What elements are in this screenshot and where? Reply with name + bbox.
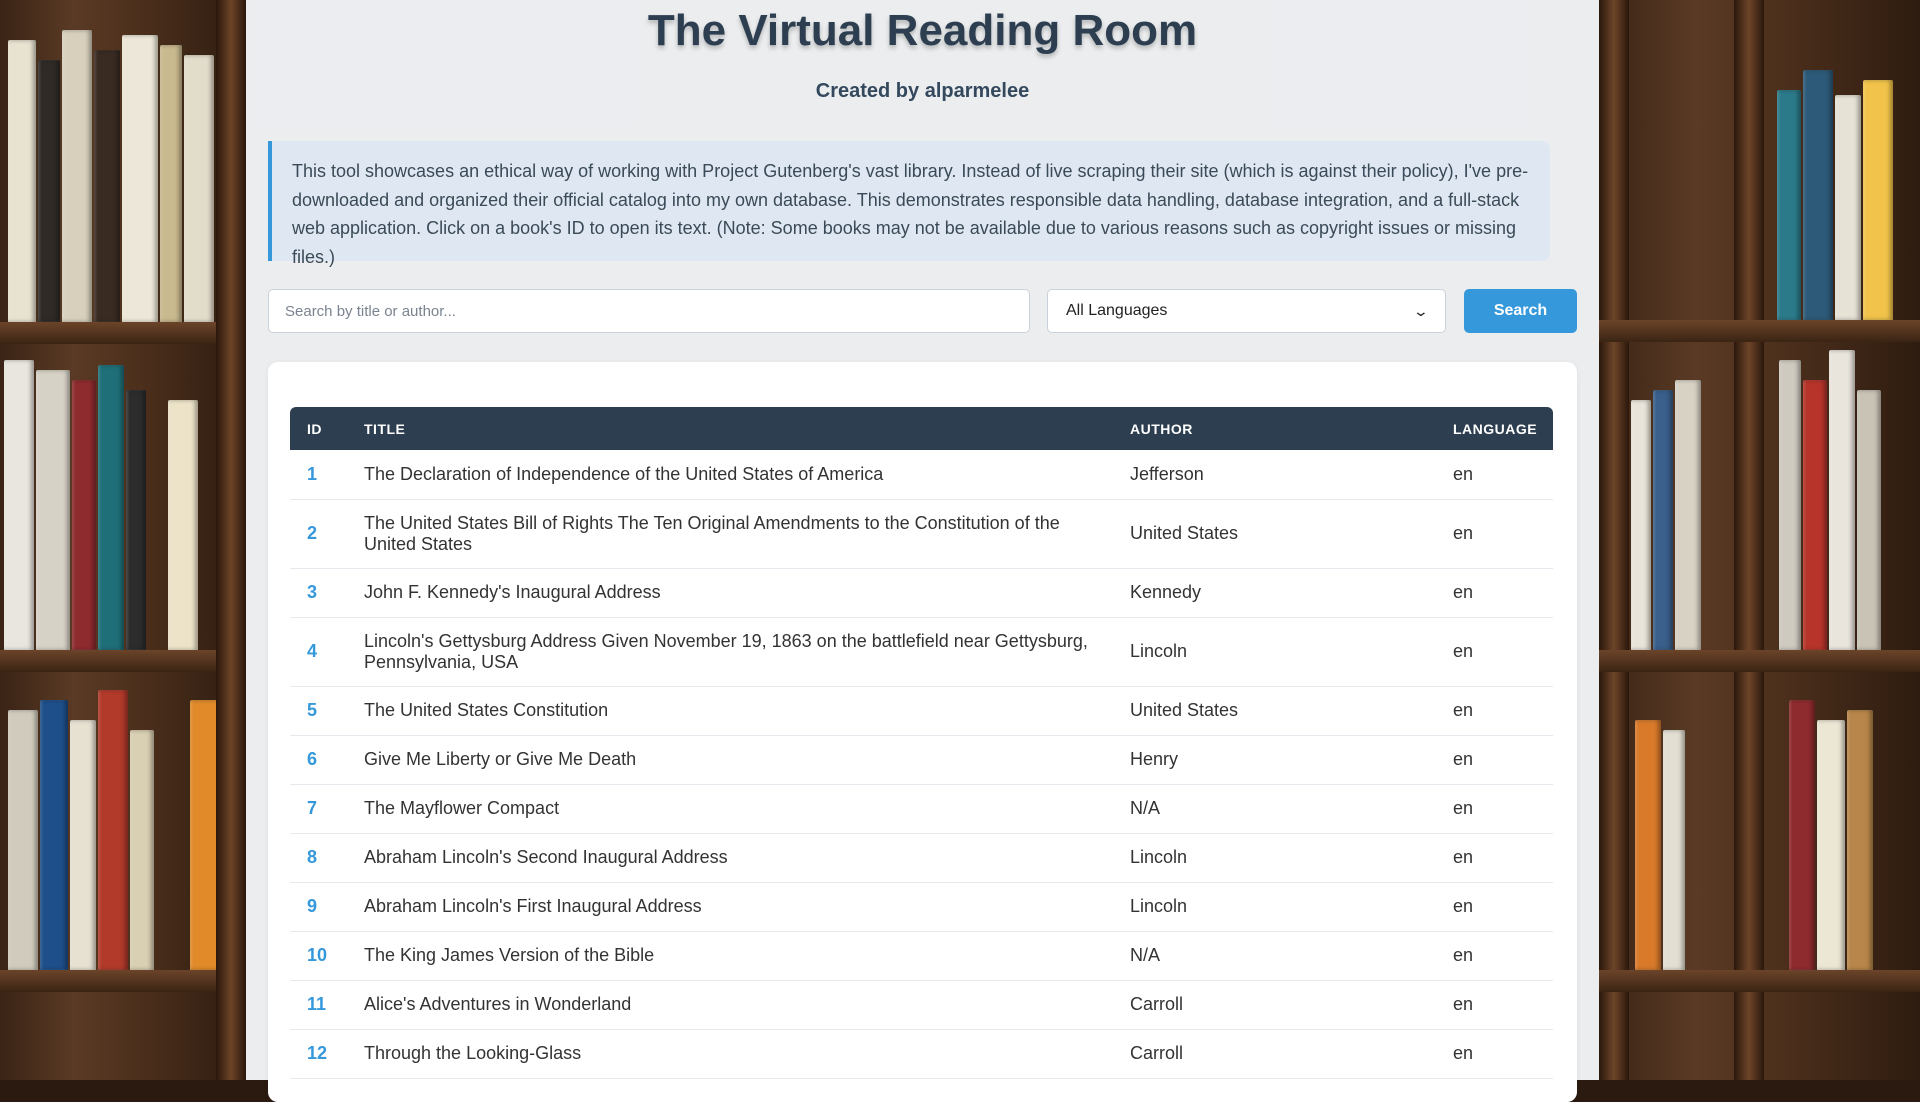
- book-title: The Mayflower Compact: [364, 784, 1130, 834]
- bookshelf-background-right: [1599, 0, 1920, 1080]
- book-language: en: [1453, 686, 1553, 736]
- table-row: 6 Give Me Liberty or Give Me Death Henry…: [290, 735, 1553, 785]
- book-id-link[interactable]: 3: [307, 582, 317, 602]
- book-language: en: [1453, 617, 1553, 687]
- info-box: This tool showcases an ethical way of wo…: [268, 141, 1550, 267]
- table-card: ID TITLE AUTHOR LANGUAGE 1 The Declarati…: [268, 362, 1577, 1102]
- book-title: Alice's Adventures in Wonderland: [364, 980, 1130, 1030]
- book-title: Abraham Lincoln's First Inaugural Addres…: [364, 882, 1130, 932]
- book-title: Abraham Lincoln's Second Inaugural Addre…: [364, 833, 1130, 883]
- language-select[interactable]: All Languages ⌄: [1047, 289, 1446, 333]
- book-language: en: [1453, 450, 1553, 500]
- book-author: Carroll: [1130, 1029, 1453, 1079]
- table-row: 7 The Mayflower Compact N/A en: [290, 784, 1553, 834]
- book-id-link[interactable]: 10: [307, 945, 327, 965]
- book-language: en: [1453, 833, 1553, 883]
- book-author: N/A: [1130, 784, 1453, 834]
- book-author: Lincoln: [1130, 833, 1453, 883]
- column-header-author: AUTHOR: [1130, 420, 1193, 437]
- book-title: The Declaration of Independence of the U…: [364, 450, 1130, 500]
- table-row: 1 The Declaration of Independence of the…: [290, 450, 1553, 500]
- table-row: 10 The King James Version of the Bible N…: [290, 931, 1553, 981]
- chevron-down-icon: ⌄: [1412, 302, 1430, 319]
- language-select-value: All Languages: [1066, 302, 1168, 319]
- book-title: Give Me Liberty or Give Me Death: [364, 735, 1130, 785]
- book-id-link[interactable]: 6: [307, 749, 317, 769]
- table-row: 8 Abraham Lincoln's Second Inaugural Add…: [290, 833, 1553, 883]
- book-id-link[interactable]: 11: [307, 994, 326, 1014]
- book-author: Henry: [1130, 735, 1453, 785]
- book-id-link[interactable]: 2: [307, 523, 317, 543]
- table-row: 11 Alice's Adventures in Wonderland Carr…: [290, 980, 1553, 1030]
- book-title: John F. Kennedy's Inaugural Address: [364, 568, 1130, 618]
- table-header-row: ID TITLE AUTHOR LANGUAGE: [290, 407, 1553, 450]
- column-header-language: LANGUAGE: [1453, 420, 1538, 437]
- book-author: Lincoln: [1130, 882, 1453, 932]
- page-title: The Virtual Reading Room: [647, 6, 1198, 55]
- book-author: United States: [1130, 686, 1453, 736]
- column-header-id: ID: [307, 420, 322, 437]
- book-id-link[interactable]: 1: [307, 464, 317, 484]
- book-author: Carroll: [1130, 980, 1453, 1030]
- book-language: en: [1453, 735, 1553, 785]
- book-id-link[interactable]: 12: [307, 1043, 327, 1063]
- page-subtitle: Created by alparmelee: [815, 80, 1030, 102]
- book-author: United States: [1130, 499, 1453, 569]
- info-text: This tool showcases an ethical way of wo…: [292, 161, 1529, 267]
- search-button[interactable]: Search: [1464, 289, 1577, 333]
- book-title: The King James Version of the Bible: [364, 931, 1130, 981]
- book-id-link[interactable]: 8: [307, 847, 317, 867]
- table-row: 9 Abraham Lincoln's First Inaugural Addr…: [290, 882, 1553, 932]
- book-language: en: [1453, 784, 1553, 834]
- book-language: en: [1453, 1029, 1553, 1079]
- book-language: en: [1453, 882, 1553, 932]
- search-input[interactable]: [268, 289, 1030, 333]
- book-language: en: [1453, 568, 1553, 618]
- book-title: Through the Looking-Glass: [364, 1029, 1130, 1079]
- book-title: Lincoln's Gettysburg Address Given Novem…: [364, 617, 1130, 687]
- book-language: en: [1453, 931, 1553, 981]
- column-header-title: TITLE: [364, 420, 406, 437]
- book-title: The United States Constitution: [364, 686, 1130, 736]
- table-row: 4 Lincoln's Gettysburg Address Given Nov…: [290, 617, 1553, 687]
- book-language: en: [1453, 499, 1553, 569]
- book-language: en: [1453, 980, 1553, 1030]
- book-author: Lincoln: [1130, 617, 1453, 687]
- table-row: 12 Through the Looking-Glass Carroll en: [290, 1029, 1553, 1079]
- book-id-link[interactable]: 4: [307, 641, 317, 661]
- book-id-link[interactable]: 9: [307, 896, 317, 916]
- book-author: N/A: [1130, 931, 1453, 981]
- table-row: 5 The United States Constitution United …: [290, 686, 1553, 736]
- table-row: 3 John F. Kennedy's Inaugural Address Ke…: [290, 568, 1553, 618]
- book-title: The United States Bill of Rights The Ten…: [364, 499, 1130, 569]
- books-table: ID TITLE AUTHOR LANGUAGE 1 The Declarati…: [290, 407, 1553, 1079]
- main-panel: The Virtual Reading Room Created by alpa…: [246, 0, 1599, 1102]
- bookshelf-background-left: [0, 0, 246, 1080]
- table-row: 2 The United States Bill of Rights The T…: [290, 499, 1553, 569]
- book-author: Kennedy: [1130, 568, 1453, 618]
- book-author: Jefferson: [1130, 450, 1453, 500]
- book-id-link[interactable]: 5: [307, 700, 317, 720]
- book-id-link[interactable]: 7: [307, 798, 317, 818]
